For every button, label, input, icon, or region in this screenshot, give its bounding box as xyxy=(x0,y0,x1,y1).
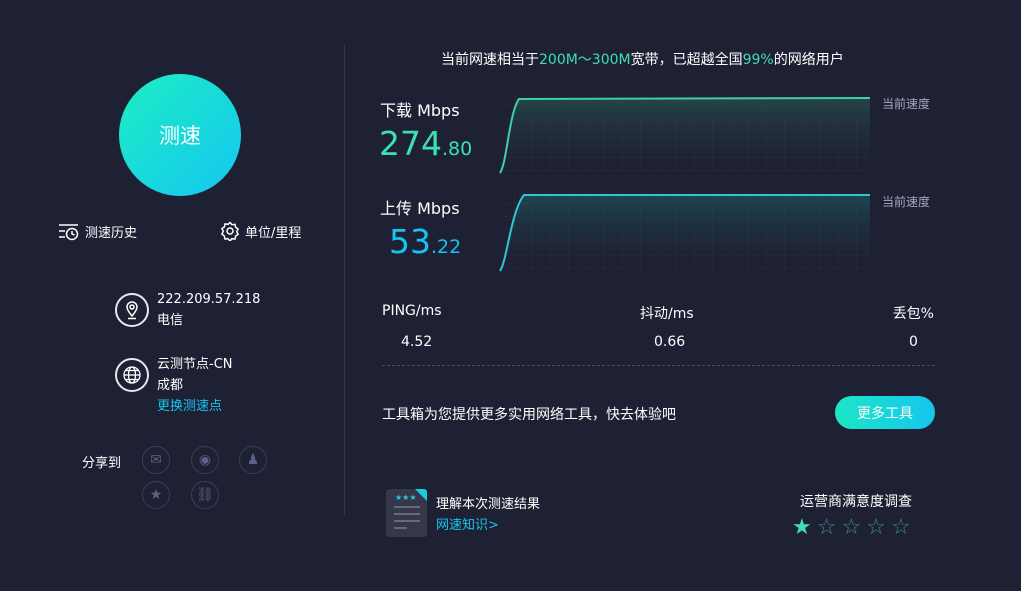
upload-chart xyxy=(497,191,872,273)
download-chart xyxy=(497,93,872,175)
summary-range: 200M～300M xyxy=(539,52,631,68)
upload-area xyxy=(500,195,870,271)
jitter-label: 抖动/ms xyxy=(640,303,694,323)
knowledge-title: 理解本次测速结果 xyxy=(436,493,540,512)
jitter-value: 0.66 xyxy=(654,334,685,350)
ip-address: 222.209.57.218 xyxy=(157,289,260,310)
upload-int: 53 xyxy=(389,222,431,261)
summary-suffix: 的网络用户 xyxy=(774,52,844,68)
globe-icon xyxy=(115,358,149,392)
qzone-icon[interactable]: ★ xyxy=(142,481,170,509)
star-icon[interactable]: ☆ xyxy=(866,515,886,540)
units-link[interactable]: 单位/里程 xyxy=(220,221,301,241)
qq-icon[interactable]: ♟ xyxy=(239,446,267,474)
weibo-icon[interactable]: ◉ xyxy=(191,446,219,474)
speedtest-button[interactable]: 测速 xyxy=(119,74,241,196)
location-pin-icon xyxy=(115,293,149,327)
speed-summary: 当前网速相当于200M～300M宽带，已超越全国99%的网络用户 xyxy=(441,49,844,69)
history-label: 测速历史 xyxy=(85,222,137,241)
gear-icon xyxy=(220,221,240,241)
loss-label: 丢包% xyxy=(893,303,934,323)
knowledge-link[interactable]: 网速知识> xyxy=(436,514,499,533)
download-current-label: 当前速度 xyxy=(882,95,930,112)
star-icon[interactable]: ★ xyxy=(792,515,812,540)
rating-stars[interactable]: ★☆☆☆☆ xyxy=(792,515,911,540)
upload-label: 上传 Mbps xyxy=(380,195,460,219)
loss-value: 0 xyxy=(909,334,918,350)
wechat-icon[interactable]: ✉ xyxy=(142,446,170,474)
speedtest-label: 测速 xyxy=(159,120,201,150)
summary-mid: 宽带，已超越全国 xyxy=(631,52,743,68)
report-icon: ★★★ xyxy=(386,489,427,537)
download-int: 274 xyxy=(379,124,442,163)
survey-title: 运营商满意度调查 xyxy=(800,491,912,511)
units-label: 单位/里程 xyxy=(245,222,301,241)
link-icon[interactable]: ⛓ xyxy=(191,481,219,509)
star-icon[interactable]: ☆ xyxy=(817,515,837,540)
summary-prefix: 当前网速相当于 xyxy=(441,52,539,68)
history-link[interactable]: 测速历史 xyxy=(58,222,137,241)
download-value: 274.80 xyxy=(379,124,472,163)
node-city: 成都 xyxy=(157,375,233,396)
upload-current-label: 当前速度 xyxy=(882,193,930,210)
isp-name: 电信 xyxy=(157,310,260,331)
download-area xyxy=(500,98,870,173)
stats-divider xyxy=(382,365,935,366)
star-icon[interactable]: ☆ xyxy=(891,515,911,540)
test-node: 云测节点-CN xyxy=(157,354,233,375)
summary-percent: 99% xyxy=(743,52,774,68)
upload-value: 53.22 xyxy=(389,222,461,261)
divider xyxy=(344,45,345,515)
ping-value: 4.52 xyxy=(401,334,432,350)
download-dec: .80 xyxy=(442,138,472,160)
star-icon[interactable]: ☆ xyxy=(841,515,861,540)
upload-dec: .22 xyxy=(431,236,461,258)
more-tools-label: 更多工具 xyxy=(857,403,913,423)
ping-label: PING/ms xyxy=(382,303,442,319)
tools-text: 工具箱为您提供更多实用网络工具，快去体验吧 xyxy=(382,404,676,424)
change-node-link[interactable]: 更换测速点 xyxy=(157,396,233,417)
history-icon xyxy=(58,223,80,241)
download-label: 下载 Mbps xyxy=(380,97,460,121)
more-tools-button[interactable]: 更多工具 xyxy=(835,396,935,429)
share-label: 分享到 xyxy=(82,452,121,471)
